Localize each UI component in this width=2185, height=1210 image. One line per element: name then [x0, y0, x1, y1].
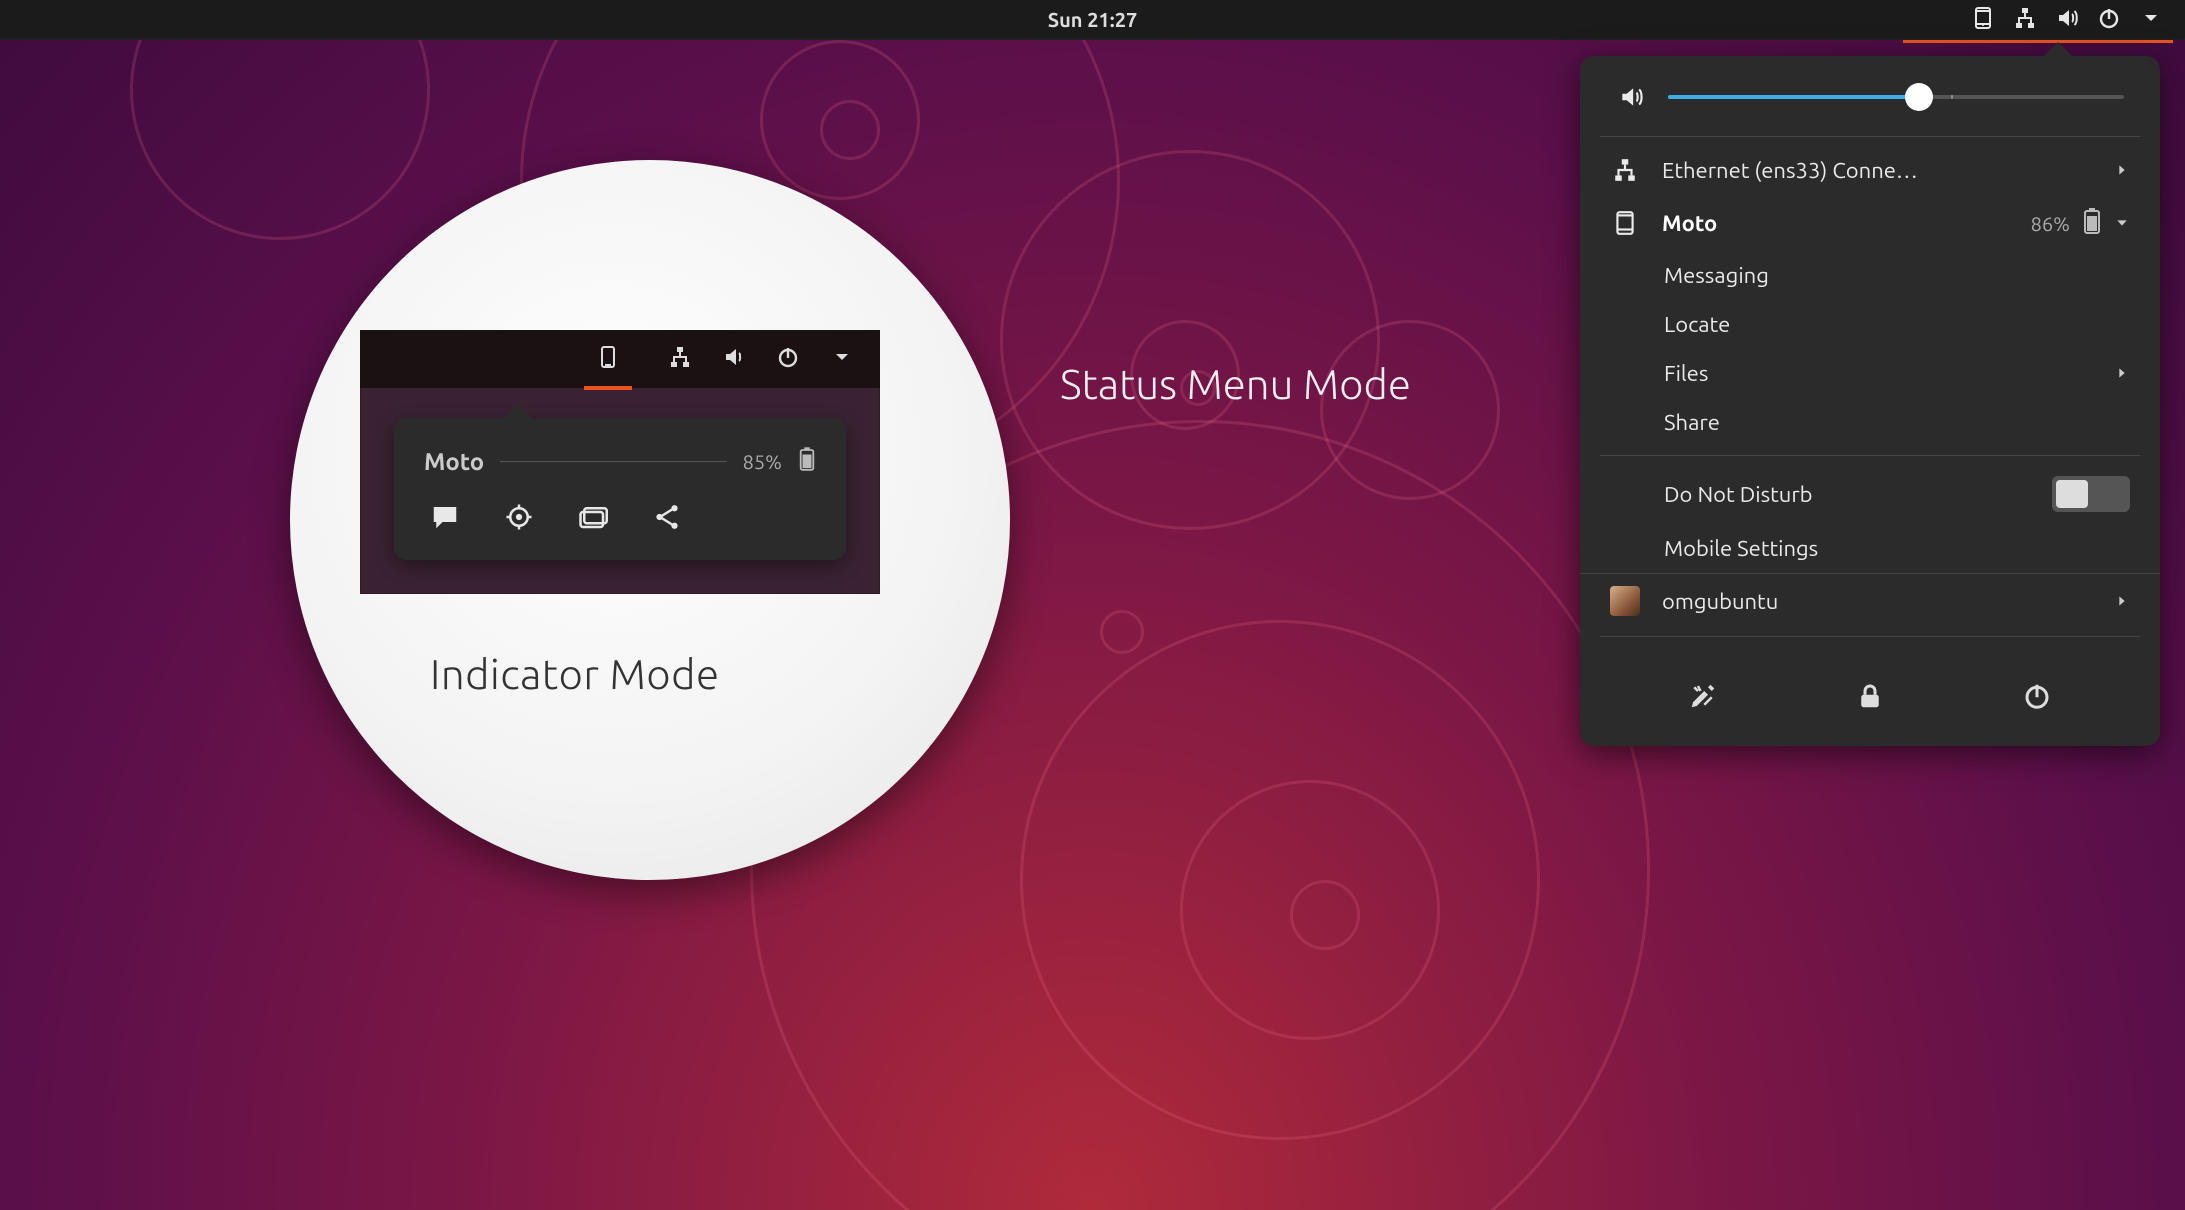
indicator-device-name: Moto — [424, 448, 484, 475]
network-wired-icon[interactable] — [668, 345, 692, 373]
locate-icon[interactable] — [504, 502, 534, 536]
dnd-item[interactable]: Do Not Disturb — [1580, 464, 2160, 524]
device-name: Moto — [1662, 211, 2009, 236]
system-tray[interactable] — [1961, 0, 2173, 40]
chevron-right-icon — [2114, 589, 2130, 614]
separator — [1600, 136, 2140, 137]
network-wired-icon — [1610, 157, 1640, 183]
device-item[interactable]: Moto 86% — [1580, 195, 2160, 251]
network-wired-icon[interactable] — [2013, 6, 2037, 34]
indicator-preview-panel: Moto 85% — [360, 330, 880, 594]
volume-slider[interactable] — [1668, 95, 2124, 99]
volume-slider-thumb[interactable] — [1905, 83, 1933, 111]
volume-icon[interactable] — [722, 345, 746, 373]
status-menu: Ethernet (ens33) Conne… Moto 86% Messagi… — [1580, 56, 2160, 746]
battery-icon — [2082, 207, 2102, 239]
share-icon[interactable] — [652, 502, 682, 536]
separator — [1600, 636, 2140, 637]
ethernet-label: Ethernet (ens33) Conne… — [1662, 158, 2092, 183]
chevron-right-icon — [2114, 361, 2130, 386]
device-mobile-icon[interactable] — [578, 345, 638, 373]
share-item[interactable]: Share — [1580, 398, 2160, 447]
dnd-toggle[interactable] — [2052, 476, 2130, 512]
lock-button[interactable] — [1855, 681, 1885, 716]
user-item[interactable]: omgubuntu — [1580, 573, 2160, 628]
chevron-down-icon — [2114, 212, 2130, 235]
tray-active-underline — [1903, 40, 2173, 43]
volume-slider-row — [1580, 56, 2160, 128]
messaging-icon[interactable] — [430, 502, 460, 536]
separator — [1600, 455, 2140, 456]
chevron-down-icon[interactable] — [2139, 6, 2163, 34]
user-name: omgubuntu — [1662, 589, 2092, 614]
inset-top-bar — [360, 330, 880, 388]
volume-icon — [1616, 84, 1646, 110]
files-item[interactable]: Files — [1580, 349, 2160, 398]
separator — [500, 461, 726, 462]
files-icon[interactable] — [578, 502, 608, 536]
battery-icon — [798, 446, 816, 476]
status-menu-mode-label: Status Menu Mode — [1060, 360, 1411, 407]
avatar — [1610, 586, 1640, 616]
power-icon[interactable] — [776, 345, 800, 373]
power-button[interactable] — [2022, 681, 2052, 716]
mobile-settings-item[interactable]: Mobile Settings — [1580, 524, 2160, 573]
chevron-right-icon — [2114, 158, 2130, 183]
device-mobile-icon — [1610, 210, 1640, 236]
locate-item[interactable]: Locate — [1580, 300, 2160, 349]
power-icon[interactable] — [2097, 6, 2121, 34]
chevron-down-icon[interactable] — [830, 345, 854, 373]
messaging-item[interactable]: Messaging — [1580, 251, 2160, 300]
ethernet-item[interactable]: Ethernet (ens33) Conne… — [1580, 145, 2160, 195]
footer-actions — [1580, 645, 2160, 746]
indicator-battery-pct: 85% — [743, 450, 782, 473]
indicator-card: Moto 85% — [394, 418, 846, 560]
clock[interactable]: Sun 21:27 — [1048, 8, 1138, 31]
volume-icon[interactable] — [2055, 6, 2079, 34]
top-bar: Sun 21:27 — [0, 0, 2185, 40]
settings-button[interactable] — [1688, 681, 1718, 716]
device-battery-pct: 86% — [2031, 212, 2070, 235]
indicator-mode-label: Indicator Mode — [430, 650, 720, 697]
device-mobile-icon[interactable] — [1971, 6, 1995, 34]
